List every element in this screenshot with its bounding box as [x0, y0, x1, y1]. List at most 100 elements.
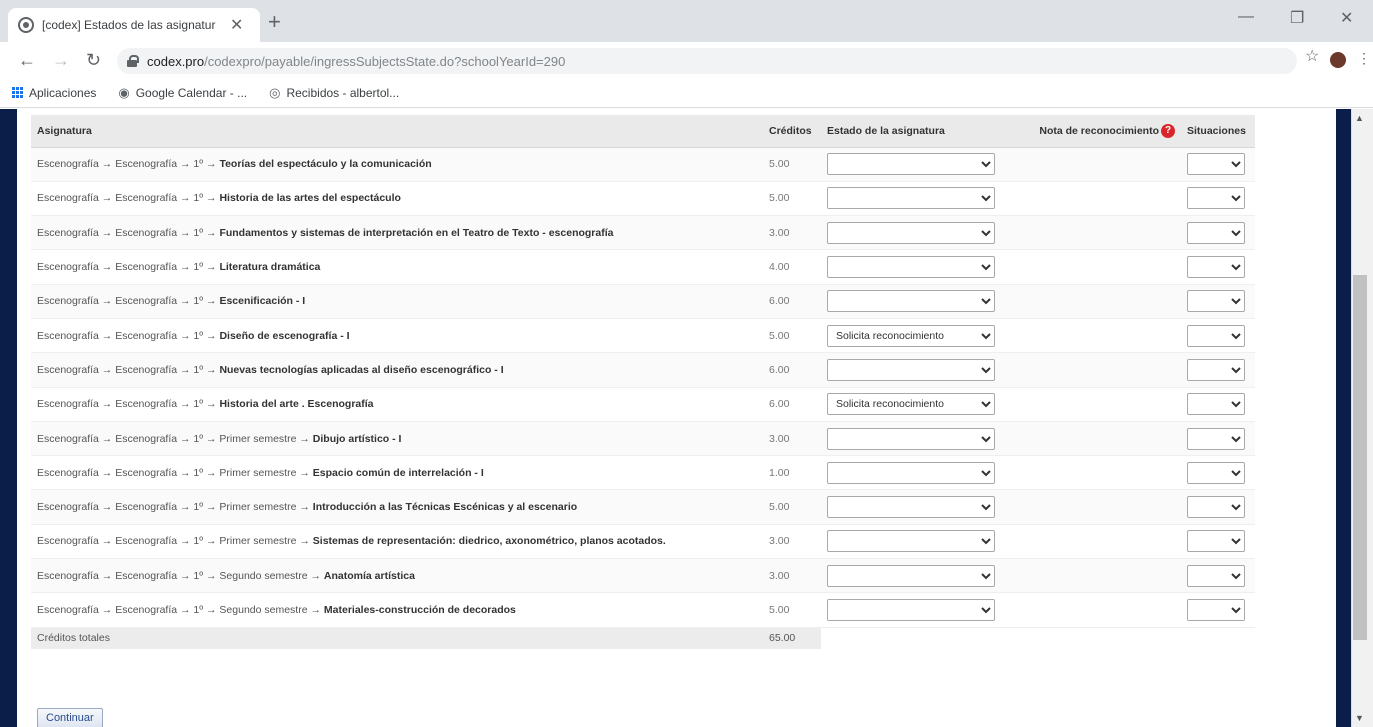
state-select[interactable] — [827, 290, 995, 313]
reload-icon[interactable]: ↻ — [86, 50, 101, 70]
state-select[interactable] — [827, 530, 995, 553]
state-cell — [821, 284, 1003, 319]
header-state: Estado de la asignatura — [821, 115, 1003, 148]
bookmark-star-icon[interactable]: ☆ — [1305, 46, 1319, 66]
continue-button[interactable]: Continuar — [37, 708, 103, 727]
subject-name: Nuevas tecnologías aplicadas al diseño e… — [219, 363, 504, 376]
bookmark-apps[interactable]: Aplicaciones — [12, 86, 96, 100]
credits-cell: 5.00 — [763, 181, 821, 217]
state-cell — [821, 592, 1003, 628]
header-subject: Asignatura — [31, 115, 763, 148]
close-window-icon[interactable]: ✕ — [1340, 8, 1353, 28]
note-cell — [1003, 524, 1181, 560]
bookmarks-bar: Aplicaciones ◉ Google Calendar - ... ◎ R… — [0, 78, 1373, 108]
state-select[interactable] — [827, 187, 995, 210]
minimize-icon[interactable]: — — [1238, 8, 1254, 26]
situations-cell — [1181, 489, 1255, 525]
situations-select[interactable] — [1187, 153, 1245, 176]
situations-select[interactable] — [1187, 564, 1245, 587]
note-cell — [1003, 421, 1181, 457]
scroll-up-icon[interactable]: ▲ — [1355, 113, 1364, 123]
subject-cell: Escenografía → Escenografía → 1º → Nueva… — [31, 352, 763, 388]
situations-cell — [1181, 558, 1255, 594]
table-row: Escenografía → Escenografía → 1º → Segun… — [31, 592, 1255, 628]
subject-cell: Escenografía → Escenografía → 1º → Prime… — [31, 489, 763, 525]
close-tab-icon[interactable]: ✕ — [230, 15, 243, 35]
state-cell — [821, 421, 1003, 457]
situations-select[interactable] — [1187, 461, 1245, 484]
state-cell — [821, 215, 1003, 251]
subject-cell: Escenografía → Escenografía → 1º → Segun… — [31, 592, 763, 628]
situations-select[interactable] — [1187, 187, 1245, 210]
state-select[interactable] — [827, 221, 995, 244]
situations-select[interactable] — [1187, 393, 1245, 416]
state-select[interactable] — [827, 358, 995, 381]
table-row: Escenografía → Escenografía → 1º → Histo… — [31, 387, 1255, 422]
state-cell: Solicita reconocimiento — [821, 387, 1003, 422]
menu-kebab-icon[interactable]: ⋮ — [1357, 50, 1371, 66]
situations-select[interactable] — [1187, 358, 1245, 381]
google-icon: ◉ — [118, 84, 130, 100]
state-cell: Solicita reconocimiento — [821, 318, 1003, 354]
new-tab-button[interactable]: + — [268, 10, 281, 34]
bookmark-label: Google Calendar - ... — [135, 85, 248, 100]
state-cell — [821, 181, 1003, 217]
url-path: /codexpro/payable/ingressSubjectsState.d… — [204, 53, 566, 69]
credits-cell: 3.00 — [763, 558, 821, 594]
situations-select[interactable] — [1187, 427, 1245, 450]
scrollbar-thumb[interactable] — [1353, 275, 1367, 640]
credits-cell: 5.00 — [763, 489, 821, 525]
profile-avatar[interactable] — [1330, 52, 1346, 68]
state-select[interactable] — [827, 496, 995, 519]
tab-strip: [codex] Estados de las asignatur ✕ + — ❐… — [0, 0, 1373, 42]
bookmark-recibidos[interactable]: ◎ Recibidos - albertol... — [269, 85, 399, 101]
situations-select[interactable] — [1187, 221, 1245, 244]
subject-name: Sistemas de representación: diedrico, ax… — [312, 535, 666, 548]
table-row: Escenografía → Escenografía → 1º → Prime… — [31, 421, 1255, 457]
situations-select[interactable] — [1187, 530, 1245, 553]
help-icon[interactable]: ? — [1161, 123, 1175, 138]
table-row: Escenografía → Escenografía → 1º → Diseñ… — [31, 318, 1255, 354]
subject-cell: Escenografía → Escenografía → 1º → Histo… — [31, 387, 763, 422]
table-row: Escenografía → Escenografía → 1º → Escen… — [31, 284, 1255, 319]
state-select[interactable]: Solicita reconocimiento — [827, 324, 995, 347]
situations-select[interactable] — [1187, 290, 1245, 313]
subject-path: Escenografía → Escenografía → 1º → Prime… — [37, 535, 310, 548]
situations-select[interactable] — [1187, 324, 1245, 347]
situations-select[interactable] — [1187, 599, 1245, 621]
situations-select[interactable] — [1187, 496, 1245, 519]
situations-cell — [1181, 147, 1255, 182]
subject-path: Escenografía → Escenografía → 1º → — [37, 295, 217, 308]
left-frame-bar — [0, 109, 17, 727]
subject-name: Historia del arte . Escenografía — [219, 398, 374, 411]
table-row: Escenografía → Escenografía → 1º → Prime… — [31, 524, 1255, 560]
browser-tab[interactable]: [codex] Estados de las asignatur ✕ — [8, 8, 260, 42]
address-bar[interactable]: codex.pro/codexpro/payable/ingressSubjec… — [117, 48, 1297, 74]
situations-select[interactable] — [1187, 256, 1245, 279]
subject-path: Escenografía → Escenografía → 1º → Prime… — [37, 501, 310, 514]
state-select[interactable]: Solicita reconocimiento — [827, 393, 995, 416]
state-select[interactable] — [827, 153, 995, 176]
total-row: Créditos totales 65.00 — [31, 627, 1255, 650]
note-cell — [1003, 455, 1181, 491]
forward-icon[interactable]: → — [52, 50, 70, 70]
scroll-down-icon[interactable]: ▼ — [1355, 713, 1364, 723]
state-select[interactable] — [827, 427, 995, 450]
state-select[interactable] — [827, 564, 995, 587]
state-select[interactable] — [827, 461, 995, 484]
state-select[interactable] — [827, 599, 995, 621]
table-header-row: Asignatura Créditos Estado de la asignat… — [31, 115, 1255, 148]
page-content: Asignatura Créditos Estado de la asignat… — [0, 109, 1351, 727]
right-frame-bar — [1336, 109, 1351, 727]
credits-cell: 1.00 — [763, 455, 821, 491]
table-row: Escenografía → Escenografía → 1º → Nueva… — [31, 352, 1255, 388]
bookmark-google-calendar[interactable]: ◉ Google Calendar - ... — [118, 85, 247, 101]
subject-cell: Escenografía → Escenografía → 1º → Teorí… — [31, 147, 763, 182]
state-select[interactable] — [827, 256, 995, 279]
subject-path: Escenografía → Escenografía → 1º → — [37, 158, 217, 171]
state-cell — [821, 558, 1003, 594]
back-icon[interactable]: ← — [18, 50, 36, 70]
restore-icon[interactable]: ❐ — [1290, 8, 1304, 28]
subject-path: Escenografía → Escenografía → 1º → Prime… — [37, 432, 310, 445]
globe-icon: ◎ — [269, 84, 281, 100]
